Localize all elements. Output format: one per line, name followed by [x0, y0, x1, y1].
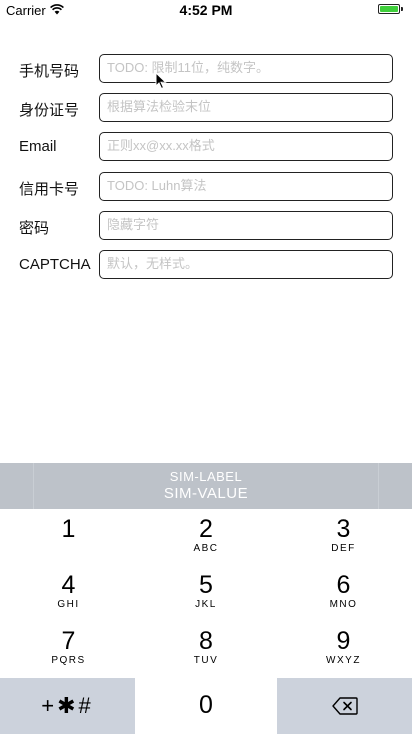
key-2[interactable]: 2 ABC [137, 510, 275, 566]
id-card-row: 身份证号 根据算法检验末位 [0, 93, 412, 123]
key-3-letters: DEF [331, 543, 356, 554]
key-9[interactable]: 9 WXYZ [275, 622, 412, 678]
key-7[interactable]: 7 PQRS [0, 622, 137, 678]
key-3[interactable]: 3 DEF [275, 510, 412, 566]
key-3-digit: 3 [336, 515, 351, 543]
sim-label: SIM-LABEL [169, 469, 243, 484]
key-5-digit: 5 [199, 571, 213, 599]
key-7-digit: 7 [61, 627, 76, 655]
key-0-digit: 0 [199, 691, 213, 719]
key-7-letters: PQRS [51, 655, 86, 666]
battery-icon [378, 4, 403, 14]
symbols-key[interactable]: +✱# [0, 678, 135, 734]
key-5-letters: JKL [195, 599, 217, 610]
id-card-input[interactable]: 根据算法检验末位 [99, 93, 393, 122]
key-5[interactable]: 5 JKL [137, 566, 275, 622]
captcha-label: CAPTCHA [19, 256, 91, 273]
clock: 4:52 PM [179, 2, 233, 18]
captcha-row: CAPTCHA 默认，无样式。 [0, 250, 412, 280]
key-4-digit: 4 [61, 571, 76, 599]
phone-row: 手机号码 TODO: 限制11位，纯数字。 [0, 54, 412, 84]
key-6-letters: MNO [329, 599, 358, 610]
password-row: 密码 隐藏字符 [0, 211, 412, 241]
mouse-pointer-icon [155, 71, 167, 90]
sim-bar[interactable]: SIM-LABEL SIM-VALUE [0, 463, 412, 509]
key-2-digit: 2 [199, 515, 213, 543]
key-1[interactable]: 1 [0, 510, 137, 566]
number-pad-keyboard: SIM-LABEL SIM-VALUE 1 2 ABC 3 DEF 4 GHI … [0, 463, 412, 734]
key-8[interactable]: 8 TUV [137, 622, 275, 678]
backspace-icon [277, 697, 412, 720]
key-9-letters: WXYZ [326, 655, 361, 666]
password-input[interactable]: 隐藏字符 [99, 211, 393, 240]
symbols-key-label: +✱# [41, 693, 94, 718]
delete-key[interactable] [277, 678, 412, 734]
screen: Carrier 4:52 PM 手机号码 TODO: 限制11位，纯数字。 身份… [0, 0, 412, 734]
credit-card-label: 信用卡号 [19, 181, 80, 198]
sim-value: SIM-VALUE [163, 485, 249, 502]
captcha-input[interactable]: 默认，无样式。 [99, 250, 393, 279]
key-1-digit: 1 [61, 515, 76, 543]
key-8-digit: 8 [199, 627, 213, 655]
key-9-digit: 9 [336, 627, 351, 655]
key-4-letters: GHI [57, 599, 80, 610]
credit-card-input[interactable]: TODO: Luhn算法 [99, 172, 393, 201]
credit-card-row: 信用卡号 TODO: Luhn算法 [0, 172, 412, 202]
status-bar: Carrier 4:52 PM [0, 0, 412, 20]
id-card-label: 身份证号 [19, 102, 80, 119]
key-2-letters: ABC [193, 543, 219, 554]
email-label: Email [19, 138, 57, 155]
phone-label: 手机号码 [19, 63, 80, 80]
key-0[interactable]: 0 [137, 678, 275, 734]
password-label: 密码 [19, 220, 50, 237]
key-4[interactable]: 4 GHI [0, 566, 137, 622]
email-input[interactable]: 正则xx@xx.xx格式 [99, 132, 393, 161]
key-6[interactable]: 6 MNO [275, 566, 412, 622]
phone-input[interactable]: TODO: 限制11位，纯数字。 [99, 54, 393, 83]
email-row: Email 正则xx@xx.xx格式 [0, 132, 412, 162]
key-6-digit: 6 [336, 571, 351, 599]
key-8-letters: TUV [193, 655, 219, 666]
